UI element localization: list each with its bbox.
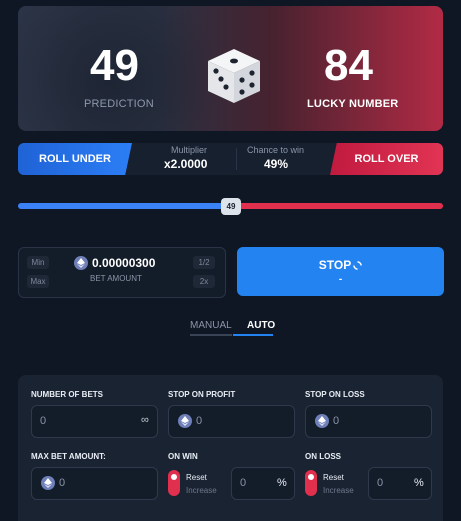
on-win-label: ON WIN: [168, 452, 198, 461]
stop-button-sub: -: [338, 274, 343, 285]
on-loss-increase-label: Increase: [323, 486, 354, 495]
slider-track-over[interactable]: [230, 203, 443, 209]
stop-on-loss-value: 0: [333, 415, 340, 427]
prediction-label: PREDICTION: [84, 98, 154, 110]
on-loss-value: 0: [377, 477, 384, 489]
number-of-bets-value: 0: [40, 415, 47, 427]
max-bet-amount-label: MAX BET AMOUNT:: [31, 452, 106, 461]
slider-thumb[interactable]: 49: [221, 198, 241, 215]
multiplier-value: x2.0000: [164, 157, 208, 171]
roll-over-button[interactable]: ROLL OVER: [330, 143, 443, 175]
max-bet-button[interactable]: Max: [27, 275, 49, 288]
on-win-value: 0: [240, 477, 247, 489]
double-bet-button[interactable]: 2x: [193, 275, 215, 288]
lucky-number-value: 84: [324, 41, 373, 90]
infinity-icon[interactable]: ∞: [141, 414, 149, 426]
chance-label: Chance to win: [247, 145, 305, 155]
bet-amount-box: [18, 247, 226, 298]
stop-on-loss-eth-icon: [315, 414, 329, 428]
on-win-reset-label: Reset: [186, 473, 207, 482]
stop-on-profit-value: 0: [196, 415, 203, 427]
on-loss-percent-sign: %: [414, 477, 424, 489]
result-panel: 49 PREDICTION 84 LUCKY NUMBER: [18, 6, 443, 131]
bet-amount-input[interactable]: 0.00000300: [92, 256, 155, 270]
stop-on-loss-label: STOP ON LOSS: [305, 390, 365, 399]
on-win-increase-label: Increase: [186, 486, 217, 495]
prediction-value: 49: [90, 41, 139, 90]
on-loss-label: ON LOSS: [305, 452, 342, 461]
eth-icon: [74, 256, 88, 270]
chance-value: 49%: [264, 157, 289, 171]
number-of-bets-label: NUMBER OF BETS: [31, 390, 103, 399]
stop-button[interactable]: STOP -: [237, 247, 444, 296]
on-win-percent-sign: %: [277, 477, 287, 489]
slider-track-under[interactable]: [18, 203, 226, 209]
max-bet-eth-icon: [41, 476, 55, 490]
number-of-bets-field[interactable]: [31, 405, 158, 438]
spinner-icon: [353, 260, 363, 270]
stop-button-label: STOP: [318, 258, 352, 272]
tab-auto-underline: [233, 334, 273, 336]
bet-amount-label: BET AMOUNT: [90, 274, 142, 283]
tab-manual[interactable]: MANUAL: [190, 320, 232, 331]
half-bet-button[interactable]: 1/2: [193, 256, 215, 269]
on-win-toggle[interactable]: [168, 470, 180, 496]
on-loss-reset-label: Reset: [323, 473, 344, 482]
max-bet-amount-value: 0: [59, 477, 66, 489]
min-bet-button[interactable]: Min: [27, 256, 49, 269]
lucky-number-label: LUCKY NUMBER: [307, 98, 399, 110]
multiplier-label: Multiplier: [171, 145, 208, 155]
tab-manual-underline: [190, 334, 232, 336]
stop-on-profit-label: STOP ON PROFIT: [168, 390, 236, 399]
dice-icon: [208, 49, 260, 103]
stats-divider: [236, 148, 237, 170]
tab-auto[interactable]: AUTO: [247, 320, 275, 331]
on-loss-toggle[interactable]: [305, 470, 317, 496]
roll-under-button[interactable]: ROLL UNDER: [18, 143, 132, 175]
stop-on-profit-eth-icon: [178, 414, 192, 428]
